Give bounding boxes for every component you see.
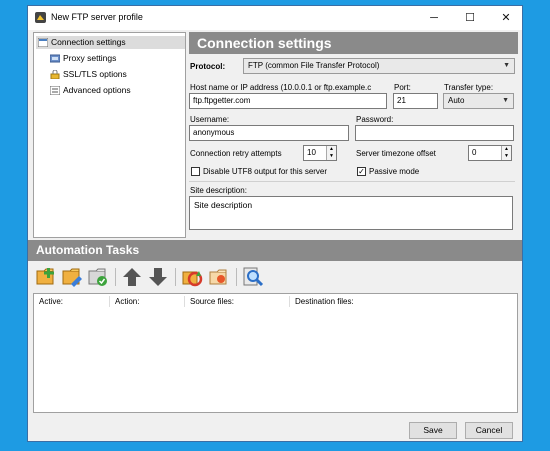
title-bar: New FTP server profile ─ ☐ ✕ — [28, 6, 522, 30]
spin-arrows-icon[interactable]: ▲ ▼ — [326, 146, 336, 160]
sidebar-item-label: SSL/TLS options — [63, 69, 127, 79]
utf8-label: Disable UTF8 output for this server — [203, 167, 328, 176]
app-icon — [35, 12, 46, 23]
sidebar-item-label: Advanced options — [63, 85, 131, 95]
column-header-action[interactable]: Action: — [115, 297, 139, 306]
delete-task-icon[interactable] — [87, 266, 109, 288]
site-description-label: Site description: — [190, 186, 247, 195]
folder-icon[interactable] — [208, 266, 230, 288]
advanced-icon — [50, 86, 60, 96]
chevron-down-icon: ▼ — [502, 97, 509, 104]
protocol-select[interactable]: FTP (common File Transfer Protocol) ▼ — [243, 58, 515, 74]
automation-task-list[interactable]: Active: Action: Source files: Destinatio… — [33, 293, 518, 413]
maximize-button[interactable]: ☐ — [452, 6, 488, 30]
retry-value: 10 — [307, 148, 316, 157]
edit-task-icon[interactable] — [61, 266, 83, 288]
sidebar-item-label: Proxy settings — [63, 53, 117, 63]
column-separator — [289, 296, 290, 307]
host-input-text[interactable] — [193, 94, 386, 108]
toolbar-separator — [236, 268, 237, 286]
passive-checkbox[interactable]: ✓ — [357, 167, 366, 176]
timezone-stepper[interactable]: 0 ▲ ▼ — [468, 145, 512, 161]
password-input[interactable] — [355, 125, 514, 141]
username-input[interactable] — [189, 125, 349, 141]
column-header-destination[interactable]: Destination files: — [295, 297, 354, 306]
site-description-value: Site description — [194, 200, 253, 210]
port-label: Port: — [394, 83, 411, 92]
sidebar-item-label: Connection settings — [51, 37, 126, 47]
close-button[interactable]: ✕ — [488, 6, 522, 30]
retry-label: Connection retry attempts — [190, 149, 282, 158]
passive-label: Passive mode — [369, 167, 420, 176]
sidebar-item-proxy[interactable]: Proxy settings — [50, 52, 116, 65]
automation-toolbar — [28, 262, 522, 292]
chevron-down-icon: ▼ — [503, 62, 510, 69]
port-input[interactable] — [393, 93, 438, 109]
divider — [189, 181, 515, 182]
retry-stepper[interactable]: 10 ▲ ▼ — [303, 145, 337, 161]
host-label: Host name or IP address (10.0.0.1 or ftp… — [190, 83, 372, 92]
toolbar-separator — [175, 268, 176, 286]
utf8-checkbox[interactable] — [191, 167, 200, 176]
cancel-button[interactable]: Cancel — [465, 422, 513, 439]
transfer-type-select[interactable]: Auto ▼ — [443, 93, 514, 109]
settings-sidebar: Connection settings Proxy settings SSL/T… — [33, 32, 186, 238]
transfer-type-label: Transfer type: — [444, 83, 494, 92]
timezone-label: Server timezone offset — [356, 149, 436, 158]
lock-icon — [50, 70, 60, 80]
move-up-icon[interactable] — [121, 266, 143, 288]
sidebar-item-advanced[interactable]: Advanced options — [50, 84, 131, 97]
password-input-text[interactable] — [359, 126, 513, 140]
port-input-text[interactable] — [397, 94, 437, 108]
panel-title: Connection settings — [189, 32, 518, 54]
protocol-label: Protocol: — [190, 62, 226, 71]
username-input-text[interactable] — [193, 126, 348, 140]
sidebar-item-connection[interactable]: Connection settings — [36, 36, 185, 49]
spin-arrows-icon[interactable]: ▲ ▼ — [501, 146, 511, 160]
sidebar-item-ssl[interactable]: SSL/TLS options — [50, 68, 127, 81]
add-task-icon[interactable] — [35, 266, 57, 288]
proxy-icon — [50, 54, 60, 63]
window-title: New FTP server profile — [51, 12, 143, 22]
refresh-icon[interactable] — [181, 266, 203, 288]
search-icon[interactable] — [242, 266, 264, 288]
timezone-value: 0 — [472, 148, 477, 157]
column-header-source[interactable]: Source files: — [190, 297, 234, 306]
transfer-type-value: Auto — [448, 96, 465, 105]
protocol-value: FTP (common File Transfer Protocol) — [248, 61, 380, 70]
dialog-footer: Save Cancel — [28, 415, 522, 441]
host-input[interactable] — [189, 93, 387, 109]
site-description-textarea[interactable]: Site description — [189, 196, 513, 230]
move-down-icon[interactable] — [147, 266, 169, 288]
username-label: Username: — [190, 115, 230, 124]
automation-title: Automation Tasks — [28, 240, 522, 261]
column-separator — [109, 296, 110, 307]
column-separator — [184, 296, 185, 307]
password-label: Password: — [356, 115, 394, 124]
minimize-button[interactable]: ─ — [416, 6, 452, 30]
ftp-profile-window: New FTP server profile ─ ☐ ✕ Connection … — [27, 5, 523, 442]
connection-icon — [38, 38, 48, 48]
toolbar-separator — [115, 268, 116, 286]
column-header-active[interactable]: Active: — [39, 297, 63, 306]
save-button[interactable]: Save — [409, 422, 457, 439]
